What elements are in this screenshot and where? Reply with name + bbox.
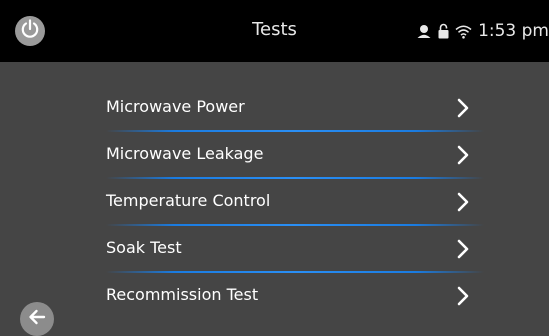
menu-item-label: Soak Test <box>106 238 182 257</box>
menu-item-temperature-control[interactable]: Temperature Control <box>94 179 484 226</box>
status-bar: 1:53 pm <box>416 20 549 42</box>
tests-menu: Microwave Power Microwave Leakage Temper… <box>94 85 484 320</box>
menu-item-soak-test[interactable]: Soak Test <box>94 226 484 273</box>
menu-item-microwave-power[interactable]: Microwave Power <box>94 85 484 132</box>
menu-item-label: Microwave Power <box>106 97 245 116</box>
arrow-left-icon <box>26 306 48 332</box>
menu-item-recommission-test[interactable]: Recommission Test <box>94 273 484 320</box>
back-button[interactable] <box>20 302 54 336</box>
chevron-right-icon <box>456 285 470 307</box>
menu-item-label: Temperature Control <box>106 191 271 210</box>
chevron-right-icon <box>456 97 470 119</box>
menu-item-label: Recommission Test <box>106 285 259 304</box>
chevron-right-icon <box>456 191 470 213</box>
clock-time: 1:53 pm <box>478 21 549 41</box>
wifi-icon <box>455 24 472 39</box>
chevron-right-icon <box>456 144 470 166</box>
user-icon <box>416 23 432 39</box>
lock-icon <box>438 23 449 39</box>
chevron-right-icon <box>456 238 470 260</box>
menu-item-microwave-leakage[interactable]: Microwave Leakage <box>94 132 484 179</box>
top-bar: Tests 1:53 pm <box>0 0 549 62</box>
menu-item-label: Microwave Leakage <box>106 144 264 163</box>
